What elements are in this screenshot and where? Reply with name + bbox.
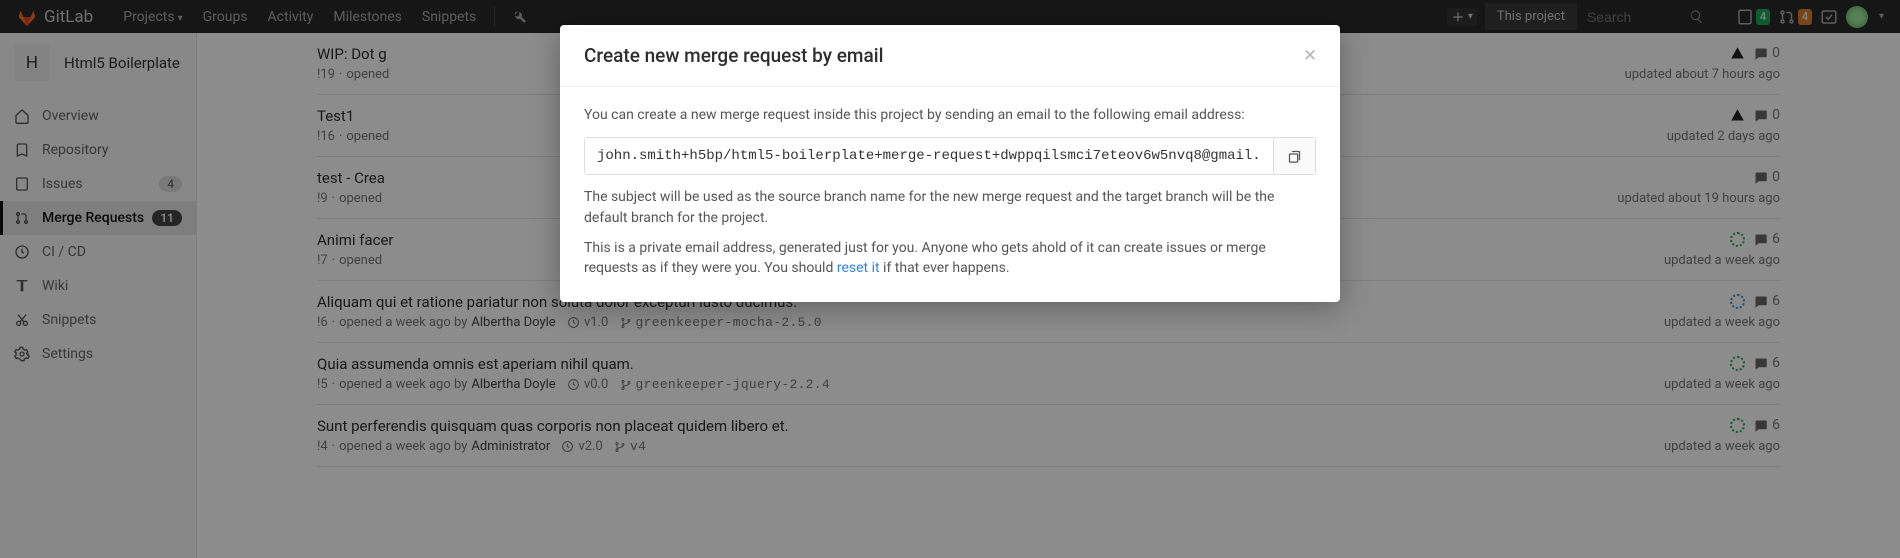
reset-email-link[interactable]: reset it	[837, 260, 880, 276]
close-icon[interactable]: ×	[1304, 43, 1316, 68]
modal-privacy-note: This is a private email address, generat…	[584, 238, 1316, 279]
copy-email-button[interactable]	[1273, 138, 1315, 174]
modal-subject-note: The subject will be used as the source b…	[584, 187, 1316, 228]
modal-title: Create new merge request by email	[584, 44, 883, 67]
copy-icon	[1287, 149, 1302, 164]
email-address-input[interactable]	[585, 138, 1273, 174]
email-mr-modal: Create new merge request by email × You …	[560, 25, 1340, 302]
modal-intro: You can create a new merge request insid…	[584, 105, 1316, 125]
